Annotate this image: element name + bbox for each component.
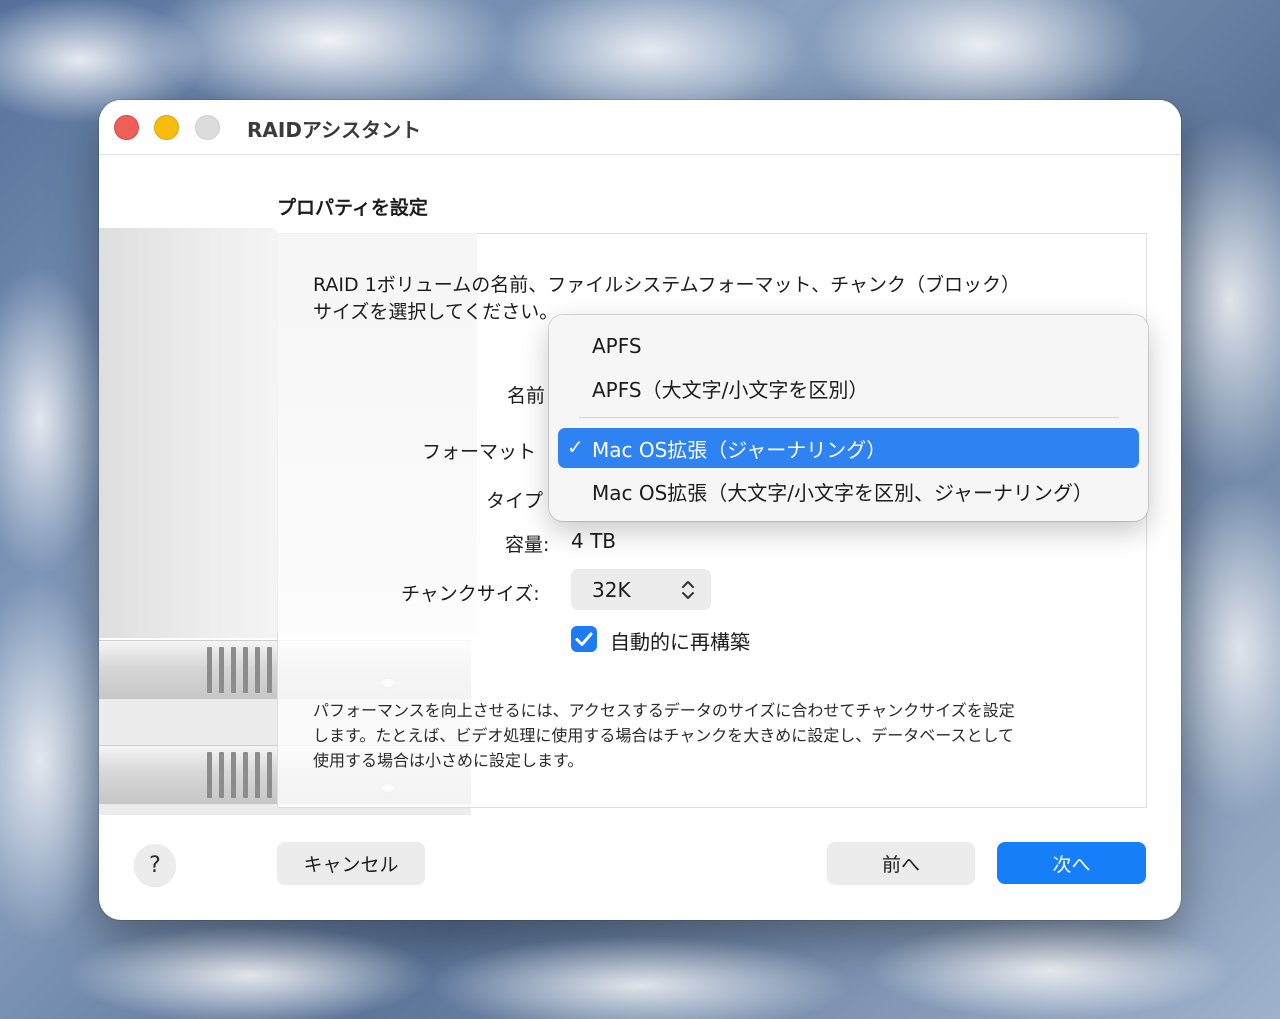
vent-slot [243,752,248,798]
checkmark-icon: ✓ [567,435,584,459]
checkmark-icon [575,632,593,646]
vent-slot [207,752,212,798]
window-title: RAIDアシスタント [247,118,422,142]
zoom-window-button [195,115,220,140]
menu-item-label: Mac OS拡張（ジャーナリング） [592,437,887,462]
vent-slot [231,752,236,798]
hint-line: パフォーマンスを向上させるには、アクセスするデータのサイズに合わせてチャンクサイ… [313,701,1015,720]
next-button[interactable]: 次へ [997,842,1146,884]
auto-rebuild-label: 自動的に再構築 [610,630,750,654]
menu-item-apfs-case-sensitive[interactable]: APFS（大文字/小文字を区別） [558,368,1139,408]
chunk-size-popup[interactable]: 32K [571,569,711,610]
description-line: RAID 1ボリュームの名前、ファイルシステムフォーマット、チャンク（ブロック） [313,274,1020,296]
capacity-label: 容量: [505,534,550,556]
menu-item-mac-os-extended-case-sensitive-journaled[interactable]: Mac OS拡張（大文字/小文字を区別、ジャーナリング） [558,471,1139,511]
menu-item-label: APFS [592,334,642,358]
name-label: 名前 [507,385,546,407]
vent-slot [219,647,224,693]
vent-slot [219,752,224,798]
vent-slot [267,647,272,693]
hint-line: 使用する場合は小さめに設定します。 [313,751,584,770]
menu-separator [579,417,1119,418]
titlebar: RAIDアシスタント [99,100,1181,155]
vent-slot [243,647,248,693]
format-label: フォーマット [422,441,537,463]
menu-item-mac-os-extended-journaled[interactable]: ✓ Mac OS拡張（ジャーナリング） [558,428,1139,468]
auto-rebuild-checkbox[interactable] [571,626,597,652]
capacity-value: 4 TB [571,529,617,553]
vent-slot [267,752,272,798]
back-button[interactable]: 前へ [827,842,975,884]
section-title: プロパティを設定 [277,197,428,219]
type-label: タイプ [486,490,544,512]
drive-sheet-left [99,228,277,638]
format-popup-menu: APFS APFS（大文字/小文字を区別） ✓ Mac OS拡張（ジャーナリング… [549,315,1148,521]
vent-slot [231,647,236,693]
minimize-window-button[interactable] [154,115,179,140]
up-down-chevron-icon [682,581,694,599]
vent-slot [255,752,260,798]
close-window-button[interactable] [114,115,139,140]
chunk-size-value: 32K [592,578,631,602]
menu-item-apfs[interactable]: APFS [558,326,1139,366]
chunk-size-hint: パフォーマンスを向上させるには、アクセスするデータのサイズに合わせてチャンクサイ… [313,698,1113,773]
menu-item-label: APFS（大文字/小文字を区別） [592,377,869,402]
hint-line: します。たとえば、ビデオ処理に使用する場合はチャンクを大きめに設定し、データベー… [313,726,1014,745]
cancel-button[interactable]: キャンセル [277,842,425,884]
chunk-size-label: チャンクサイズ: [401,583,540,605]
help-button[interactable]: ? [134,844,176,886]
menu-item-label: Mac OS拡張（大文字/小文字を区別、ジャーナリング） [592,480,1094,505]
vent-slot [207,647,212,693]
vent-slot [255,647,260,693]
